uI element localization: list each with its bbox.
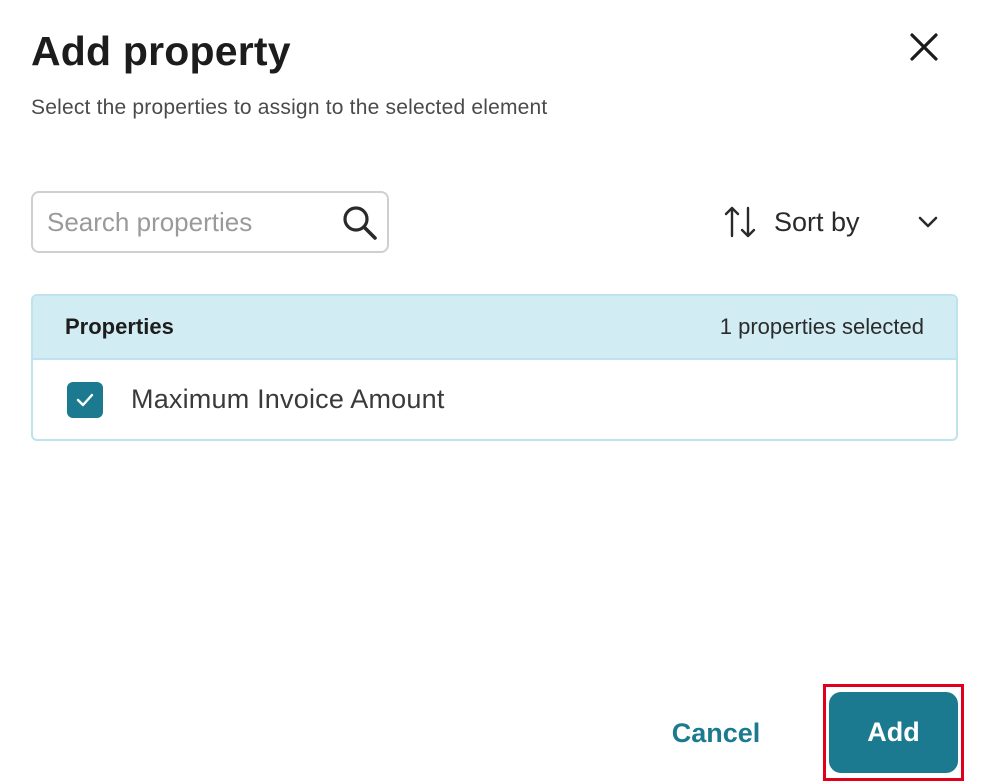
dialog-subtitle: Select the properties to assign to the s… — [31, 96, 548, 119]
column-header-properties: Properties — [65, 314, 174, 339]
search-box — [31, 191, 389, 253]
add-button[interactable]: Add — [829, 692, 958, 773]
cancel-button[interactable]: Cancel — [650, 700, 782, 766]
sort-arrows-icon — [720, 202, 760, 242]
properties-table: Properties 1 properties selected Maximum… — [31, 294, 958, 441]
row-label: Maximum Invoice Amount — [131, 384, 445, 414]
close-button[interactable] — [900, 24, 948, 72]
checkmark-icon — [76, 393, 94, 406]
sort-label: Sort by — [774, 206, 860, 237]
add-property-dialog: Add property Select the properties to as… — [0, 0, 990, 784]
sort-dropdown[interactable]: Sort by — [720, 196, 950, 248]
selected-count: 1 properties selected — [719, 314, 924, 339]
search-input[interactable] — [47, 193, 337, 251]
table-header: Properties 1 properties selected — [33, 296, 956, 360]
close-icon — [908, 31, 940, 66]
dialog-title: Add property — [31, 28, 291, 74]
search-icon[interactable] — [341, 204, 379, 242]
row-checkbox[interactable] — [67, 381, 103, 418]
chevron-down-icon — [914, 208, 942, 236]
table-row[interactable]: Maximum Invoice Amount — [33, 360, 956, 439]
